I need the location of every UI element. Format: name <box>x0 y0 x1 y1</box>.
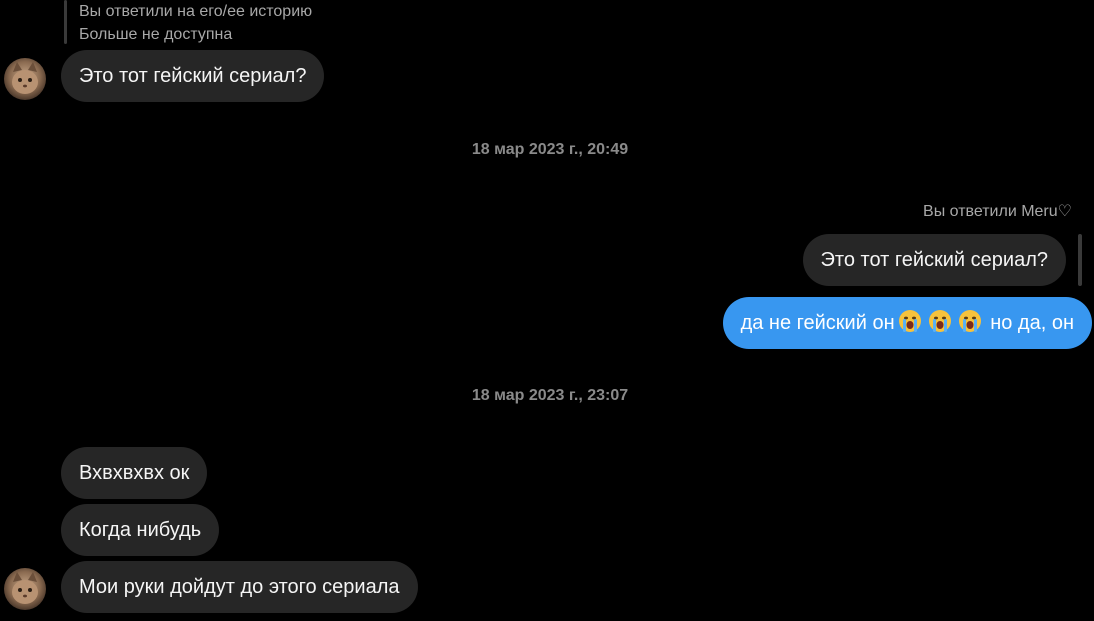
story-reply-bar <box>64 0 67 44</box>
contact-avatar[interactable] <box>4 58 46 100</box>
incoming-message[interactable]: Когда нибудь <box>61 504 220 556</box>
message-timestamp: 18 мар 2023 г., 20:49 <box>471 141 629 158</box>
crying-face-emoji-icon <box>958 310 981 332</box>
story-unavailable-label: Больше не доступна <box>79 26 233 43</box>
quoted-message[interactable]: Это тот гейский сериал? <box>802 234 1066 286</box>
crying-face-emoji-icon <box>898 310 921 332</box>
story-reply-label: Вы ответили на его/ее историю <box>79 3 313 20</box>
message-text-part2: но да, он <box>990 312 1074 334</box>
chat-thread: Вы ответили на его/ее историю Больше не … <box>0 0 1094 621</box>
reply-to-label: Вы ответили Meru♡ <box>923 203 1072 220</box>
crying-face-emoji-icon <box>928 310 951 332</box>
message-text-part1: да не гейский он <box>740 312 895 334</box>
incoming-message[interactable]: Мои руки дойдут до этого сериала <box>61 561 418 613</box>
outgoing-message[interactable]: да не гейский он но да, он <box>722 297 1092 349</box>
incoming-message[interactable]: Вхвхвхвх ок <box>61 447 208 499</box>
cat-avatar-icon <box>4 58 46 100</box>
contact-avatar[interactable] <box>4 568 46 610</box>
quote-bar <box>1078 234 1082 286</box>
incoming-message[interactable]: Это тот гейский сериал? <box>61 50 325 102</box>
cat-avatar-icon <box>4 568 46 610</box>
message-timestamp: 18 мар 2023 г., 23:07 <box>471 387 629 404</box>
